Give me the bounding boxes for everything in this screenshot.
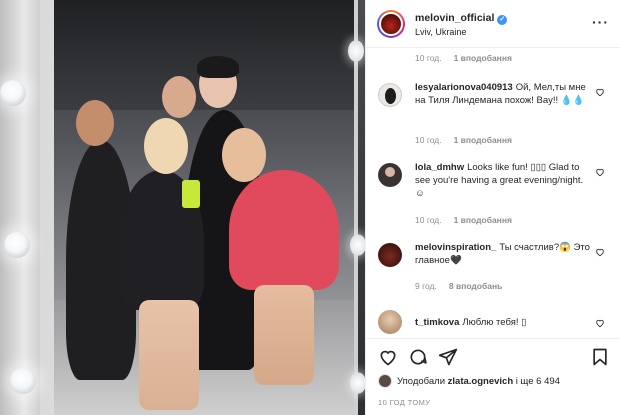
comment-time[interactable]: 10 год. bbox=[415, 53, 442, 63]
avatar[interactable] bbox=[378, 163, 402, 187]
comment-body: Люблю тебя! ▯ bbox=[462, 317, 527, 328]
heart-icon[interactable] bbox=[595, 247, 605, 257]
post-timestamp[interactable]: 10 ГОД ТОМУ bbox=[378, 398, 430, 407]
post-details-panel: melovin_official ✓ Lviv, Ukraine ··· 10 г… bbox=[365, 0, 620, 415]
post-header: melovin_official ✓ Lviv, Ukraine ··· bbox=[366, 0, 620, 48]
post-photo[interactable] bbox=[0, 0, 365, 415]
light-bulb bbox=[350, 372, 365, 394]
comments-list: 10 год. 1 вподобання lesyalarionova040913… bbox=[366, 48, 620, 338]
person-pink-jacket bbox=[229, 170, 339, 290]
comment-text: t_timkova Люблю тебя! ▯ bbox=[415, 316, 593, 329]
more-horizontal-icon[interactable]: ··· bbox=[592, 14, 609, 30]
location-link[interactable]: Lviv, Ukraine bbox=[415, 27, 466, 37]
comment-username[interactable]: lola_dmhw bbox=[415, 162, 464, 173]
liked-by-prefix: Уподобали bbox=[397, 375, 448, 387]
person-blonde-head bbox=[144, 118, 188, 174]
avatar[interactable] bbox=[378, 243, 402, 267]
comment-icon[interactable] bbox=[408, 347, 428, 367]
person-back-left-head bbox=[76, 100, 114, 146]
liked-by-user[interactable]: zlata.ognevich bbox=[448, 376, 513, 387]
bookmark-icon[interactable] bbox=[590, 347, 610, 367]
person-pink-jacket-head bbox=[222, 128, 266, 182]
avatar[interactable] bbox=[378, 310, 402, 334]
comment-username[interactable]: t_timkova bbox=[415, 317, 459, 328]
comment-meta: 10 год. 1 вподобання bbox=[415, 135, 512, 145]
avatar[interactable] bbox=[378, 374, 392, 388]
comment-likes[interactable]: 1 вподобання bbox=[454, 135, 512, 145]
avatar[interactable] bbox=[377, 10, 405, 38]
comment-time[interactable]: 9 год. bbox=[415, 281, 437, 291]
liked-by-row[interactable]: Уподобали zlata.ognevich і ще 6 494 bbox=[378, 374, 560, 388]
person-back-woman-head bbox=[162, 76, 196, 118]
person-blonde-legs bbox=[139, 300, 199, 410]
comment-likes[interactable]: 8 вподобань bbox=[449, 281, 502, 291]
liked-by-count[interactable]: і ще 6 494 bbox=[513, 376, 560, 387]
comment-time[interactable]: 10 год. bbox=[415, 135, 442, 145]
username-link[interactable]: melovin_official ✓ bbox=[415, 12, 508, 25]
heart-icon[interactable] bbox=[595, 87, 605, 97]
comment-likes[interactable]: 1 вподобання bbox=[454, 215, 512, 225]
person-pink-legs bbox=[254, 285, 314, 385]
comment-meta: 10 год. 1 вподобання bbox=[415, 53, 512, 63]
light-bulb bbox=[348, 40, 364, 62]
person-melovin-hair bbox=[197, 56, 239, 78]
light-bulb bbox=[0, 80, 26, 106]
username-text[interactable]: melovin_official bbox=[415, 12, 494, 24]
mirror-frame-left bbox=[0, 0, 40, 415]
verified-badge-icon: ✓ bbox=[497, 15, 508, 25]
comment-username[interactable]: melovinspiration_ bbox=[415, 242, 496, 253]
heart-icon[interactable] bbox=[595, 318, 605, 328]
light-bulb bbox=[10, 368, 36, 394]
comment-text: lesyalarionova040913 Ой, Мел,ты мне на Ти… bbox=[415, 81, 593, 107]
mirror-reflection bbox=[54, 0, 354, 415]
comment-username[interactable]: lesyalarionova040913 bbox=[415, 82, 513, 93]
share-icon[interactable] bbox=[438, 347, 458, 367]
post-actions bbox=[366, 338, 620, 368]
light-bulb bbox=[350, 234, 365, 256]
comment-likes[interactable]: 1 вподобання bbox=[454, 53, 512, 63]
heart-icon[interactable] bbox=[378, 347, 398, 367]
heart-icon[interactable] bbox=[595, 167, 605, 177]
comment-meta: 10 год. 1 вподобання bbox=[415, 215, 512, 225]
comment-text: lola_dmhw Looks like fun! ▯▯▯ Glad to see… bbox=[415, 161, 593, 200]
comment-text: melovinspiration_ Ты счастлив?😱 Это главн… bbox=[415, 241, 593, 267]
phone bbox=[182, 180, 200, 208]
avatar[interactable] bbox=[378, 83, 402, 107]
comment-meta: 9 год. 8 вподобань bbox=[415, 281, 502, 291]
light-bulb bbox=[4, 232, 30, 258]
comment-time[interactable]: 10 год. bbox=[415, 215, 442, 225]
